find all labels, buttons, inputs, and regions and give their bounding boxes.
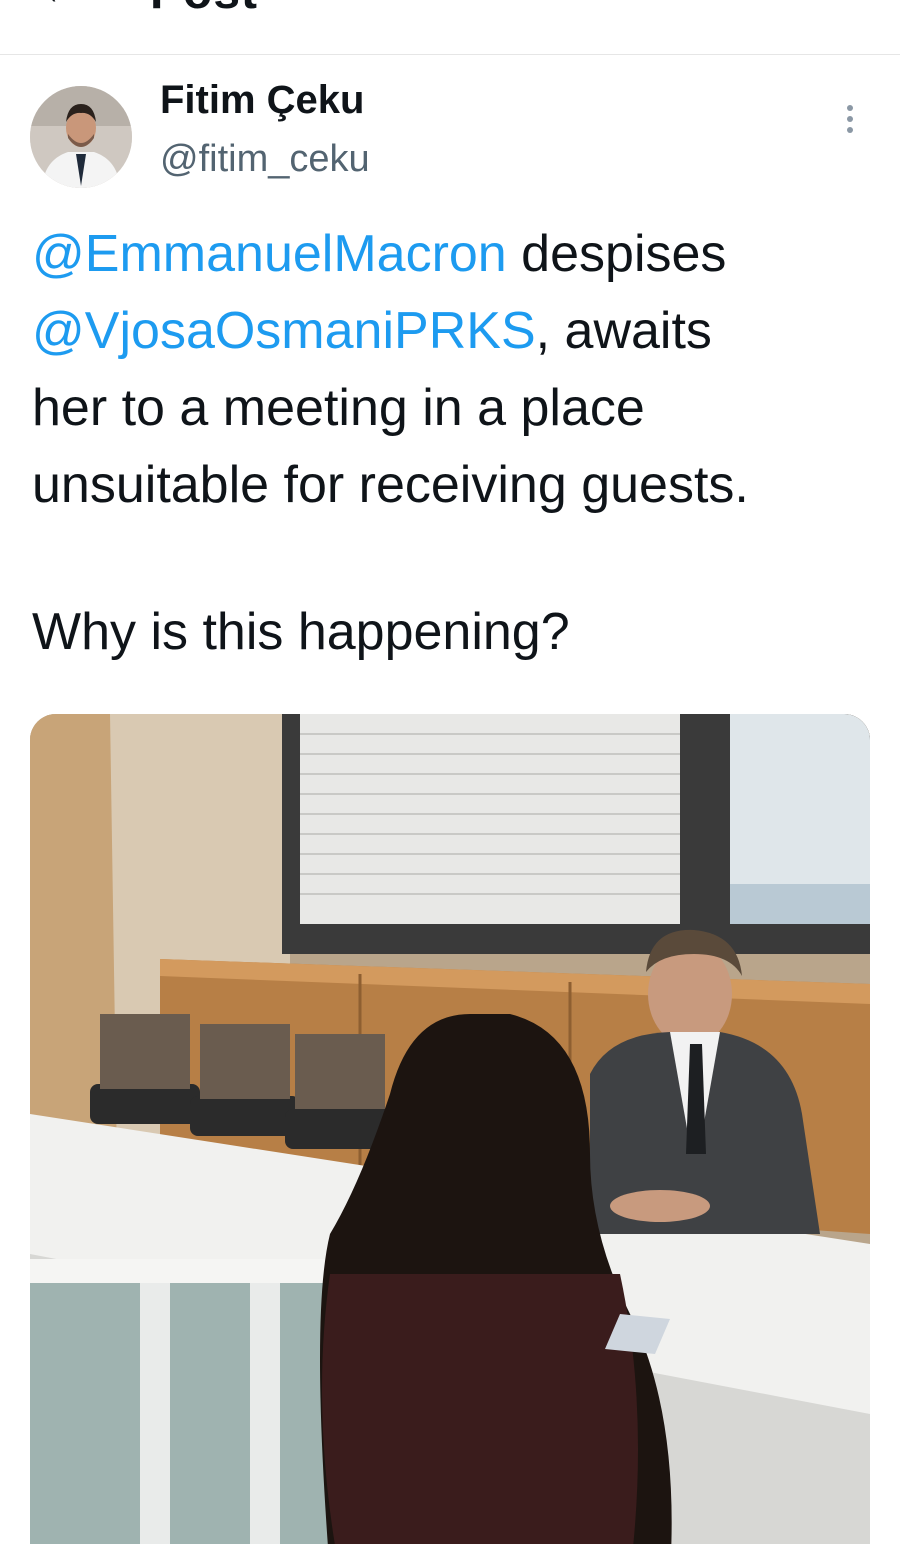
- post-question: Why is this happening?: [32, 603, 570, 661]
- post-text-segment: despises: [506, 225, 727, 283]
- post-text-line-3: her to a meeting in a place: [32, 379, 645, 437]
- arrow-left-icon: ←: [36, 0, 88, 16]
- top-bar: ← Post: [0, 0, 900, 55]
- post-text-segment: , awaits: [535, 302, 712, 360]
- page-title: Post: [150, 0, 258, 20]
- avatar-image: [30, 86, 132, 188]
- meeting-room-photo: [30, 714, 870, 1544]
- post-text-line-1: @EmmanuelMacron despises: [32, 216, 882, 293]
- post-text-line-2: @VjosaOsmaniPRKS, awaits: [32, 293, 882, 370]
- more-options-button[interactable]: [830, 100, 870, 150]
- more-vertical-icon: [830, 105, 870, 133]
- author-handle[interactable]: @fitim_ceku: [160, 138, 370, 181]
- author-name[interactable]: Fitim Çeku: [160, 78, 364, 123]
- post-screen: ← Post Fitim Çeku @fitim_ceku @EmmanuelM…: [0, 0, 900, 1544]
- mention-link[interactable]: @VjosaOsmaniPRKS: [32, 302, 536, 360]
- post-text-line-4: unsuitable for receiving guests.: [32, 456, 749, 514]
- avatar[interactable]: [30, 86, 132, 188]
- post-text: @EmmanuelMacron despises @VjosaOsmaniPRK…: [32, 216, 882, 524]
- mention-link[interactable]: @EmmanuelMacron: [32, 225, 507, 283]
- post-media-photo[interactable]: [30, 714, 870, 1544]
- back-button[interactable]: ←: [36, 0, 96, 14]
